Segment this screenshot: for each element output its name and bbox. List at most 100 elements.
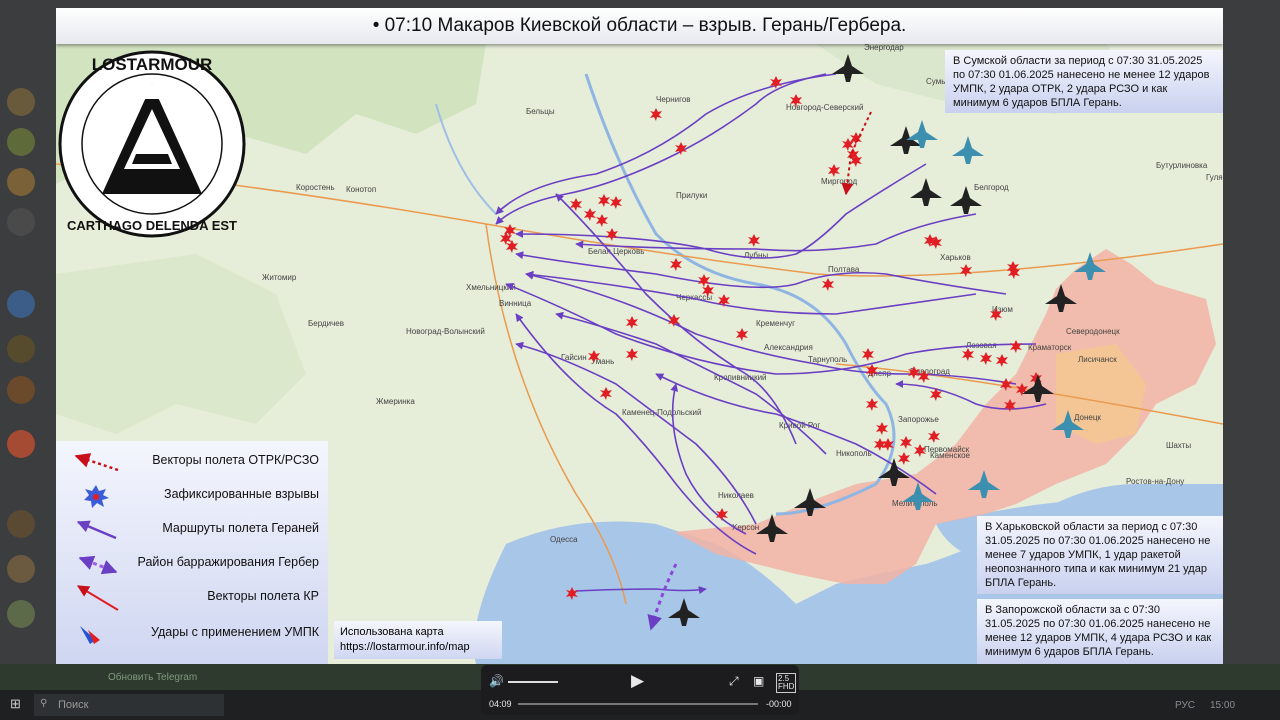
telegram-sidebar-dimmed — [0, 0, 56, 690]
city-label: Белая Церковь — [588, 247, 644, 256]
video-frame[interactable]: • 07:10 Макаров Киевской области – взрыв… — [56, 8, 1223, 664]
svg-text:LOSTARMOUR: LOSTARMOUR — [92, 55, 213, 74]
city-label: Ростов-на-Дону — [1126, 477, 1184, 486]
city-label: Лисичанск — [1078, 355, 1117, 364]
avatar — [7, 555, 35, 583]
note-line: УМПК, 2 удара ОТРК, 2 удара РСЗО и как — [953, 83, 1168, 95]
avatar — [7, 88, 35, 116]
avatar — [7, 290, 35, 318]
city-label: Северодонецк — [1066, 327, 1120, 336]
note-line: минимум 6 ударов БПЛА Герань. — [953, 97, 1122, 109]
svg-text:CARTHAGO DELENDA EST: CARTHAGO DELENDA EST — [67, 218, 237, 233]
legend-item: Векторы полета КР — [56, 581, 328, 611]
note-line: 31.05.2025 по 07:30 01.06.2025 нанесено … — [985, 535, 1211, 547]
note-line: по 07:30 01.06.2025 нанесено не менее 12… — [953, 69, 1210, 81]
legend-label: Зафиксированные взрывы — [164, 487, 319, 501]
update-telegram-label[interactable]: Обновить Telegram — [108, 672, 197, 683]
city-label: Новгород-Северский — [786, 103, 863, 112]
lostarmour-logo: LOSTARMOUR CARTHAGO DELENDA EST — [58, 50, 246, 238]
language-indicator[interactable]: РУС — [1175, 700, 1195, 711]
city-label: Одесса — [550, 535, 578, 544]
time-remaining: -00:00 — [766, 699, 792, 709]
city-label: Бердичев — [308, 319, 344, 328]
telegram-right-panel-dimmed — [1223, 0, 1280, 690]
legend-label: Векторы полета ОТРК/РСЗО — [152, 453, 319, 467]
city-label: Шахты — [1166, 441, 1191, 450]
city-label: Коростень — [296, 183, 335, 192]
city-label: Запорожье — [898, 415, 939, 424]
legend-item: Векторы полета ОТРК/РСЗО — [56, 445, 328, 475]
city-label: Сумы — [926, 77, 947, 86]
legend-label: Район барражирования Гербер — [137, 555, 319, 569]
city-label: Бельцы — [526, 107, 555, 116]
search-input[interactable]: ⚲ Поиск — [34, 694, 224, 716]
volume-slider[interactable] — [508, 681, 558, 683]
title-bar: • 07:10 Макаров Киевской области – взрыв… — [56, 8, 1223, 44]
city-label: Александрия — [764, 343, 813, 352]
avatar — [7, 128, 35, 156]
city-label: Донецк — [1074, 413, 1101, 422]
city-label: Белгород — [974, 183, 1009, 192]
city-label: Кременчуг — [756, 319, 795, 328]
note-line: неопознанного типа и как минимум 21 удар — [985, 563, 1207, 575]
explosion-icon — [84, 485, 109, 508]
city-label: Энергодар — [864, 44, 904, 52]
city-label: Первомайск — [924, 445, 970, 454]
city-label: Николаев — [718, 491, 754, 500]
city-label: Гуляйполе — [1206, 173, 1223, 182]
volume-icon[interactable]: 🔊 — [489, 674, 504, 688]
avatar — [7, 430, 35, 458]
city-label: Никополь — [836, 449, 872, 458]
clock[interactable]: 15:00 — [1210, 700, 1235, 711]
note-line: менее 7 ударов УМПК, 1 удар ракетой — [985, 549, 1181, 561]
red-dotted-arrow-icon — [74, 453, 119, 472]
map-source-label: Использована карта — [340, 626, 444, 638]
expand-icon[interactable]: ⤢ — [729, 674, 739, 689]
note-kharkiv: В Харьковской области за период с 07:30 … — [977, 516, 1223, 594]
purple-arrow-icon — [76, 520, 117, 540]
video-player-controls: 🔊 ▶ ⤢ ▣ 2.5 FHD 04:09 -00:00 — [481, 665, 799, 715]
city-label: Харьков — [940, 253, 971, 262]
note-sumy: В Сумской области за период с 07:30 31.0… — [945, 50, 1223, 113]
city-label: Каменец-Подольский — [622, 408, 701, 417]
note-line: БПЛА Герань. — [985, 577, 1057, 589]
note-line: В Запорожской области за с 07:30 — [985, 604, 1160, 616]
purple-dotted-arrow-icon — [78, 555, 118, 575]
avatar — [7, 335, 35, 363]
city-label: Бутурлиновка — [1156, 161, 1208, 170]
pip-icon[interactable]: ▣ — [753, 674, 764, 688]
legend-item: Зафиксированные взрывы — [56, 479, 328, 509]
umpk-icon — [80, 626, 100, 644]
note-line: менее 12 ударов УМПК, 4 удара РСЗО и как — [985, 632, 1212, 644]
note-line: 31.05.2025 по 07:30 01.06.2025 нанесено … — [985, 618, 1211, 630]
avatar — [7, 600, 35, 628]
note-line: В Харьковской области за период с 07:30 — [985, 521, 1198, 533]
avatar — [7, 168, 35, 196]
city-label: Тарнуполь — [808, 355, 847, 364]
legend-label: Маршруты полета Гераней — [162, 521, 319, 535]
play-icon[interactable]: ▶ — [631, 671, 644, 691]
city-label: Житомир — [262, 273, 297, 282]
avatar — [7, 510, 35, 538]
map-source-link[interactable]: https://lostarmour.info/map — [340, 640, 496, 655]
legend-label: Удары с применением УМПК — [151, 625, 319, 639]
city-label: Миргород — [821, 177, 857, 186]
legend-item: Удары с применением УМПК — [56, 617, 328, 647]
seek-bar[interactable] — [518, 703, 758, 705]
city-label: Винница — [499, 299, 532, 308]
quality-badge[interactable]: 2.5 FHD — [776, 673, 797, 693]
note-line: минимум 6 ударов БПЛА Герань. — [985, 646, 1154, 658]
map-source-box: Использована карта https://lostarmour.in… — [334, 621, 502, 659]
city-label: Новоград-Волынский — [406, 327, 485, 336]
legend-item: Маршруты полета Гераней — [56, 513, 328, 543]
legend-item: Район барражирования Гербер — [56, 547, 328, 577]
page-title: • 07:10 Макаров Киевской области – взрыв… — [372, 15, 907, 36]
video-background-top — [0, 0, 1280, 8]
legend-label: Векторы полета КР — [207, 589, 319, 603]
city-label: Чернигов — [656, 95, 691, 104]
windows-icon[interactable]: ⊞ — [10, 696, 21, 712]
search-icon: ⚲ — [40, 698, 48, 709]
note-line: В Сумской области за период с 07:30 31.0… — [953, 55, 1203, 67]
city-label: Херсон — [732, 523, 759, 532]
time-current: 04:09 — [489, 699, 512, 709]
